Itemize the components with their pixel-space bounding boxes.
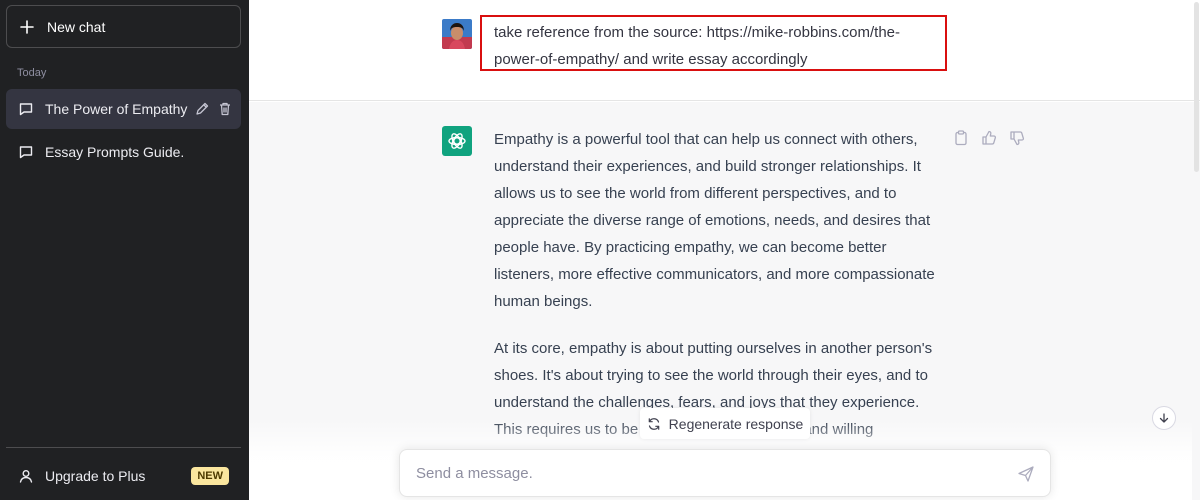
sidebar: New chat Today The Power of Empathy Essa…	[0, 0, 249, 500]
paper-plane-icon[interactable]	[1017, 465, 1035, 483]
clipboard-icon[interactable]	[952, 129, 970, 147]
message-feedback	[952, 129, 1026, 147]
plus-icon	[19, 19, 35, 35]
section-label-today: Today	[17, 67, 47, 79]
user-message-row: take reference from the source: https://…	[249, 0, 1200, 101]
user-icon	[18, 468, 34, 484]
new-chat-label: New chat	[47, 18, 106, 35]
regenerate-response-button[interactable]: Regenerate response	[640, 408, 810, 439]
sidebar-item-power-of-empathy[interactable]: The Power of Empathy	[6, 89, 241, 129]
chat-main: take reference from the source: https://…	[249, 0, 1200, 500]
scroll-to-bottom-button[interactable]	[1152, 406, 1176, 430]
upgrade-to-plus-button[interactable]: Upgrade to Plus NEW	[6, 456, 241, 496]
arrow-down-icon	[1159, 413, 1169, 423]
openai-logo-icon	[448, 133, 466, 149]
scrollbar[interactable]	[1192, 0, 1200, 500]
refresh-icon	[647, 417, 661, 431]
message-input[interactable]	[416, 464, 996, 482]
scrollbar-thumb[interactable]	[1194, 2, 1199, 172]
chat-bubble-icon	[18, 144, 34, 160]
sidebar-divider	[6, 447, 241, 448]
trash-icon[interactable]	[217, 101, 233, 117]
chat-bubble-icon	[18, 101, 34, 117]
sidebar-item-label: Essay Prompts Guide.	[45, 144, 185, 160]
regenerate-label: Regenerate response	[668, 415, 804, 432]
new-chat-button[interactable]: New chat	[6, 5, 241, 48]
sidebar-item-label: The Power of Empathy	[45, 101, 188, 117]
assistant-paragraph: Empathy is a powerful tool that can help…	[494, 131, 935, 310]
avatar	[442, 19, 472, 49]
thumbs-up-icon[interactable]	[980, 129, 998, 147]
user-message-text: take reference from the source: https://…	[494, 24, 901, 68]
pencil-icon[interactable]	[194, 101, 210, 117]
sidebar-item-essay-prompts[interactable]: Essay Prompts Guide.	[6, 132, 241, 172]
assistant-avatar	[442, 126, 472, 156]
message-composer	[399, 449, 1051, 497]
thumbs-down-icon[interactable]	[1008, 129, 1026, 147]
upgrade-label: Upgrade to Plus	[45, 468, 146, 484]
new-badge: NEW	[191, 467, 229, 485]
